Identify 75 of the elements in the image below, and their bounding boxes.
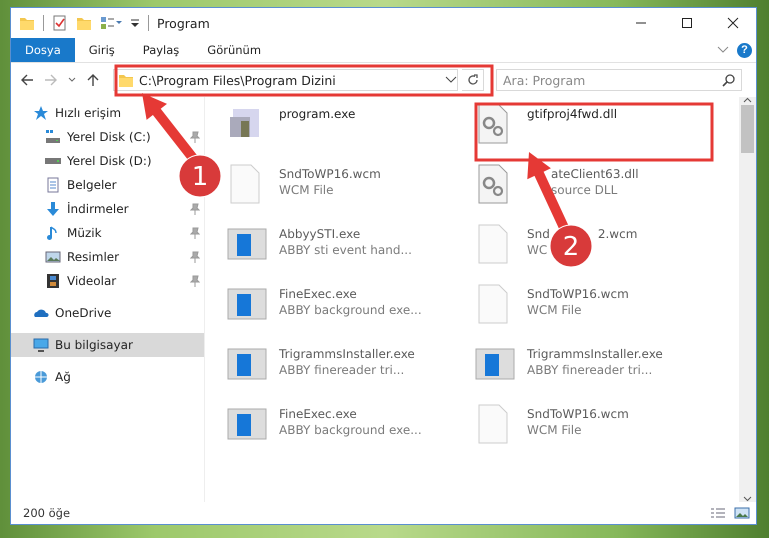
- scroll-down-icon[interactable]: [743, 496, 752, 502]
- download-arrow-icon: [45, 201, 61, 217]
- document-icon: [45, 177, 61, 193]
- refresh-button[interactable]: [462, 69, 484, 91]
- picture-icon: [45, 249, 61, 265]
- dropdown-caret-icon[interactable]: [445, 76, 457, 84]
- refresh-icon: [466, 74, 478, 86]
- file-name[interactable]: AbbyySTI.exe: [279, 227, 360, 241]
- file-name[interactable]: FineExec.exe: [279, 287, 357, 301]
- navigation-label[interactable]: Videolar: [67, 274, 116, 288]
- details-view-icon[interactable]: [710, 507, 726, 519]
- help-button[interactable]: ?: [737, 42, 752, 58]
- file-name[interactable]: TrigrammsInstaller.exe: [279, 347, 415, 361]
- globe-icon: [33, 369, 49, 385]
- navigation-label[interactable]: Yerel Disk (D:): [67, 154, 152, 168]
- scroll-up-icon[interactable]: [743, 97, 752, 103]
- back-icon: [20, 73, 34, 87]
- file-name[interactable]: Snd: [527, 227, 550, 241]
- drive-icon: [45, 129, 61, 145]
- close-icon: [727, 17, 739, 29]
- search-field[interactable]: Ara: Program: [496, 69, 742, 91]
- navigation-label[interactable]: Bu bilgisayar: [55, 338, 133, 352]
- navigation-item[interactable]: Bu bilgisayar: [11, 333, 204, 357]
- ribbon-tab[interactable]: Dosya: [11, 38, 75, 62]
- file-type: source DLL: [550, 183, 618, 197]
- file-type: ABBY finereader tri...: [279, 363, 404, 377]
- expand-ribbon-icon[interactable]: [717, 46, 729, 54]
- ribbon-tab[interactable]: Paylaş: [128, 38, 194, 62]
- file-name[interactable]: SndToWP16.wcm: [527, 407, 629, 421]
- file-name[interactable]: program.exe: [279, 107, 356, 121]
- item-count: 200 öğe: [23, 506, 72, 520]
- navigation-label[interactable]: Ağ: [55, 370, 71, 384]
- monitor-icon: [33, 337, 49, 353]
- address-path: C:\Program Files\Program Dizini: [139, 72, 337, 88]
- file-type: WCM File: [279, 183, 334, 197]
- properties-icon[interactable]: [52, 15, 68, 31]
- scroll-thumb[interactable]: [741, 105, 754, 153]
- navigation-label[interactable]: Belgeler: [67, 178, 117, 192]
- file-name[interactable]: FineExec.exe: [279, 407, 357, 421]
- up-icon: [86, 73, 100, 87]
- film-strip-icon: [45, 273, 61, 289]
- drive-icon: [45, 158, 61, 164]
- star-icon: [33, 105, 49, 121]
- file-name[interactable]: 2.wcm: [598, 227, 638, 241]
- file-name[interactable]: SndToWP16.wcm: [527, 287, 629, 301]
- view-menu-icon[interactable]: [100, 15, 122, 31]
- navigation-label[interactable]: OneDrive: [55, 306, 112, 320]
- file-type: ABBY sti event hand...: [279, 243, 412, 257]
- file-type: WC: [527, 243, 548, 257]
- step-badge: 1: [178, 154, 222, 198]
- navigation-label[interactable]: Yerel Disk (C:): [67, 130, 151, 144]
- file-type: ABBY background exe...: [279, 423, 422, 437]
- folder-icon: [118, 72, 134, 88]
- navigation-label[interactable]: Resimler: [67, 250, 120, 264]
- maximize-icon: [681, 17, 693, 29]
- ribbon-tab[interactable]: Giriş: [74, 38, 129, 62]
- navigation-label[interactable]: Müzik: [67, 226, 102, 240]
- file-type: WCM File: [527, 303, 582, 317]
- file-type: ABBY finereader tri...: [527, 363, 652, 377]
- window-title: Program: [157, 16, 211, 30]
- address-bar[interactable]: C:\Program Files\Program Dizini: [113, 69, 458, 91]
- forward-icon: [44, 73, 58, 87]
- file-name[interactable]: SndToWP16.wcm: [279, 167, 381, 181]
- step-badge: 2: [550, 224, 592, 268]
- ribbon-tab[interactable]: Görünüm: [193, 38, 276, 62]
- file-name[interactable]: gtifproj4fwd.dll: [527, 107, 618, 121]
- search-icon: [722, 74, 735, 87]
- file-name[interactable]: ateClient63.dll: [527, 167, 639, 181]
- file-type: WCM File: [527, 423, 582, 437]
- navigation-label[interactable]: Hızlı erişim: [55, 106, 122, 120]
- large-icons-view-icon[interactable]: [734, 507, 750, 519]
- navigation-label[interactable]: İndirmeler: [67, 202, 129, 216]
- file-name[interactable]: TrigrammsInstaller.exe: [527, 347, 663, 361]
- scrollbar[interactable]: [739, 97, 756, 502]
- file-type: ABBY background exe...: [279, 303, 422, 317]
